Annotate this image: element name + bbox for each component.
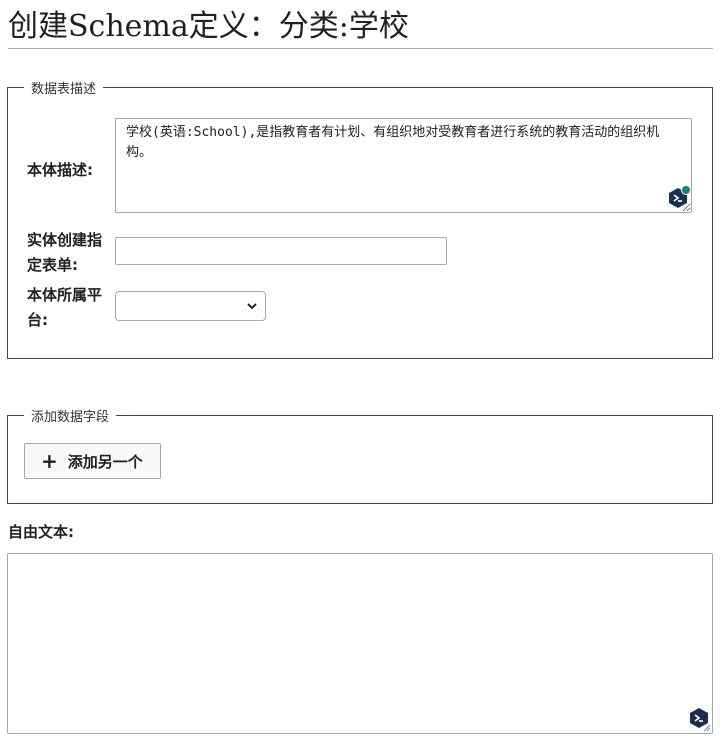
entity-form-input[interactable] <box>115 237 447 265</box>
entity-form-label: 实体创建指定表单: <box>27 231 103 274</box>
fields-legend: 添加数据字段 <box>31 410 110 425</box>
page-title: 创建Schema定义：分类:学校 <box>8 6 713 49</box>
entity-description-label: 本体描述: <box>27 161 93 179</box>
grammar-status-dot <box>681 185 691 195</box>
free-text-label: 自由文本: <box>8 523 74 541</box>
add-another-button[interactable]: + 添加另一个 <box>24 443 161 479</box>
description-legend: 数据表描述 <box>31 82 97 97</box>
plus-icon: + <box>41 449 58 473</box>
add-another-label: 添加另一个 <box>67 452 143 471</box>
chevron-down-icon <box>247 303 257 310</box>
platform-label: 本体所属平台: <box>27 286 103 329</box>
platform-select[interactable] <box>115 291 266 321</box>
entity-description-textarea[interactable]: 学校(英语:School),是指教育者有计划、有组织地对受教育者进行系统的教育活… <box>115 118 692 213</box>
free-text-textarea[interactable] <box>7 553 713 734</box>
resize-grip-icon[interactable] <box>703 724 711 732</box>
